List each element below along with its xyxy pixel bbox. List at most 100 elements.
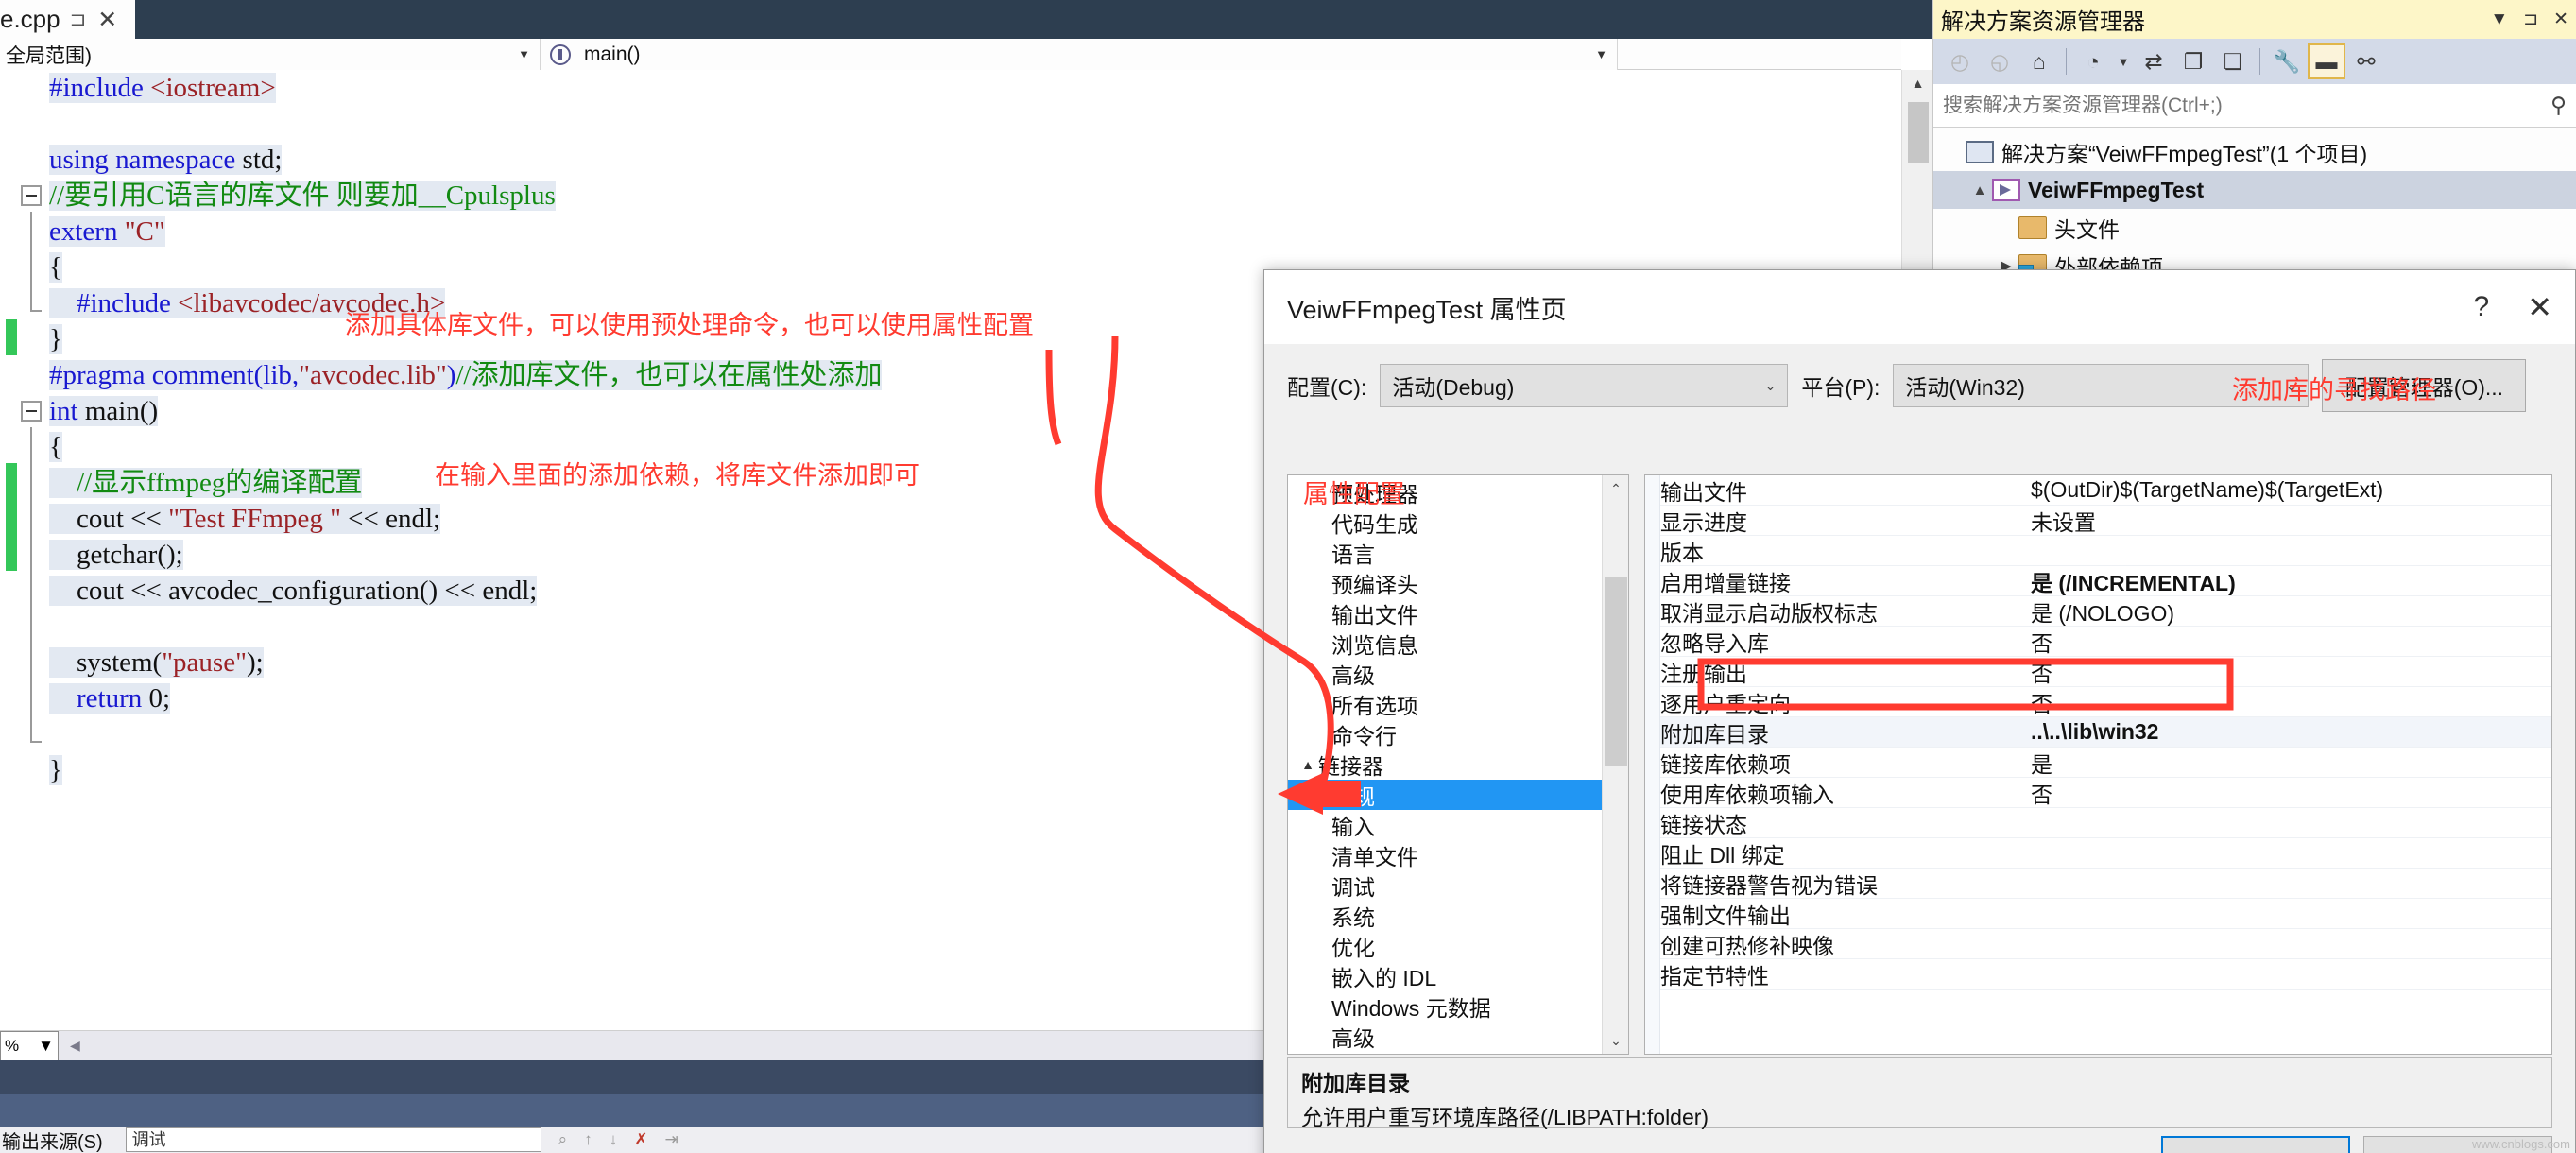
property-category-item[interactable]: 系统 xyxy=(1288,901,1628,931)
ok-button[interactable] xyxy=(2161,1136,2350,1153)
class-view-icon[interactable]: ⚯ xyxy=(2347,43,2385,79)
property-grid-row[interactable]: 显示进度 未设置 xyxy=(1645,506,2551,536)
property-value[interactable]: 未设置 xyxy=(2018,505,2551,537)
help-icon[interactable]: ? xyxy=(2474,291,2490,323)
output-filter-icon[interactable]: ⌕ xyxy=(558,1130,568,1149)
home-icon[interactable]: ⌂ xyxy=(2020,43,2058,79)
configuration-manager-button[interactable]: 配置管理器(O)... xyxy=(2322,359,2527,412)
property-category-item[interactable]: 调试 xyxy=(1288,870,1628,901)
zoom-dropdown[interactable]: % ▼ xyxy=(0,1030,59,1061)
property-grid-row[interactable]: 强制文件输出 xyxy=(1645,899,2551,929)
property-category-item[interactable]: 命令行 xyxy=(1288,719,1628,749)
property-grid-row[interactable]: 逐用户重定向 否 xyxy=(1645,687,2551,717)
property-value[interactable]: ..\..\lib\win32 xyxy=(2018,719,2551,745)
expander-icon[interactable]: ▲ xyxy=(1967,182,1992,198)
close-icon[interactable]: ✕ xyxy=(2527,289,2552,325)
property-grid-row[interactable]: 链接状态 xyxy=(1645,808,2551,838)
property-value[interactable]: 否 xyxy=(2018,656,2551,688)
solution-tree-item[interactable]: 解决方案“VeiwFFmpegTest”(1 个项目) xyxy=(1933,133,2576,171)
code-line: #include <iostream> xyxy=(0,70,1901,106)
property-category-item[interactable]: 输出文件 xyxy=(1288,598,1628,628)
property-value[interactable]: $(OutDir)$(TargetName)$(TargetExt) xyxy=(2018,477,2551,503)
clear-output-icon[interactable]: ✗ xyxy=(634,1130,647,1149)
property-category-item[interactable]: 所有选项 xyxy=(1288,689,1628,719)
property-category-item[interactable]: Windows 元数据 xyxy=(1288,991,1628,1022)
property-category-item[interactable]: 浏览信息 xyxy=(1288,628,1628,659)
property-grid-row[interactable]: 版本 xyxy=(1645,536,2551,566)
expander-icon[interactable]: ▲ xyxy=(1297,757,1318,772)
property-grid-row[interactable]: 启用增量链接 是 (/INCREMENTAL) xyxy=(1645,566,2551,596)
property-grid-row[interactable]: 注册输出 否 xyxy=(1645,657,2551,687)
pin-icon[interactable]: ⊐ xyxy=(70,8,87,31)
back-icon[interactable]: ◴ xyxy=(1941,43,1979,79)
member-dropdown[interactable]: main() ▼ xyxy=(541,39,1618,70)
close-icon[interactable]: ✕ xyxy=(2553,9,2568,30)
editor-tab-active[interactable]: e.cpp ⊐ ✕ xyxy=(0,0,135,39)
folder-icon xyxy=(2018,216,2047,239)
property-category-item[interactable]: 常规 xyxy=(1288,780,1628,810)
fold-toggle-icon[interactable] xyxy=(21,185,42,206)
chevron-down-icon[interactable]: ▼ xyxy=(2114,43,2133,79)
properties-icon[interactable]: 🔧 xyxy=(2268,43,2306,79)
output-prev-icon[interactable]: ↑ xyxy=(584,1130,592,1149)
scrollbar-thumb[interactable] xyxy=(1908,102,1929,163)
property-grid-row[interactable]: 链接库依赖项 是 xyxy=(1645,748,2551,778)
wrap-output-icon[interactable]: ⇥ xyxy=(664,1130,678,1149)
property-grid-row[interactable]: 指定节特性 xyxy=(1645,959,2551,990)
scrollbar-thumb[interactable] xyxy=(1605,577,1627,766)
scroll-up-icon[interactable]: ⌃ xyxy=(1603,475,1628,502)
property-category-item[interactable]: 优化 xyxy=(1288,931,1628,961)
property-value[interactable]: 否 xyxy=(2018,686,2551,718)
property-category-item[interactable]: 代码生成 xyxy=(1288,508,1628,538)
solution-search-box[interactable]: ⚲ xyxy=(1933,84,2576,128)
property-grid-row[interactable]: 忽略导入库 否 xyxy=(1645,627,2551,657)
property-category-item[interactable]: 预编译头 xyxy=(1288,568,1628,598)
property-category-item[interactable]: 高级 xyxy=(1288,1022,1628,1052)
dialog-tree-scrollbar[interactable]: ⌃ ⌄ xyxy=(1602,475,1628,1054)
property-category-item[interactable]: 语言 xyxy=(1288,538,1628,568)
show-all-files-icon[interactable]: ❏ xyxy=(2214,43,2252,79)
toolbar-separator xyxy=(2259,48,2260,75)
close-icon[interactable]: ✕ xyxy=(97,6,117,34)
scroll-up-icon[interactable]: ▲ xyxy=(1902,70,1933,96)
chevron-down-icon[interactable]: ▼ xyxy=(2490,9,2508,30)
config-dropdown[interactable]: 活动(Debug) ⌄ xyxy=(1380,364,1789,407)
property-grid-row[interactable]: 取消显示启动版权标志 是 (/NOLOGO) xyxy=(1645,596,2551,627)
property-category-item[interactable]: 所有选项 xyxy=(1288,1052,1628,1054)
solution-tree-item[interactable]: ▲ VeiwFFmpegTest xyxy=(1933,171,2576,209)
preview-icon[interactable]: ▬ xyxy=(2308,43,2345,79)
platform-dropdown[interactable]: 活动(Win32) ⌄ xyxy=(1893,364,2310,407)
fold-toggle-icon[interactable] xyxy=(21,401,42,422)
property-value[interactable]: 否 xyxy=(2018,777,2551,809)
property-grid-row[interactable]: 输出文件 $(OutDir)$(TargetName)$(TargetExt) xyxy=(1645,475,2551,506)
output-source-dropdown[interactable]: 调试 xyxy=(125,1127,541,1152)
sync-icon[interactable]: ⇄ xyxy=(2135,43,2172,79)
forward-icon[interactable]: ◵ xyxy=(1981,43,2018,79)
search-icon[interactable]: ⚲ xyxy=(2550,93,2567,118)
property-category-item[interactable]: 嵌入的 IDL xyxy=(1288,961,1628,991)
property-category-item[interactable]: 输入 xyxy=(1288,810,1628,840)
property-category-item[interactable]: 清单文件 xyxy=(1288,840,1628,870)
property-value[interactable]: 否 xyxy=(2018,626,2551,658)
property-grid-row[interactable]: 附加库目录 ..\..\lib\win32 xyxy=(1645,717,2551,748)
solution-tree-item[interactable]: 头文件 xyxy=(1933,209,2576,247)
pending-changes-icon[interactable]: ◔ xyxy=(2074,43,2112,79)
property-category-item[interactable]: ▲ 链接器 xyxy=(1288,749,1628,780)
property-category-item[interactable]: 预处理器 xyxy=(1288,477,1628,508)
property-grid-row[interactable]: 阻止 Dll 绑定 xyxy=(1645,838,2551,869)
property-category-item[interactable]: 高级 xyxy=(1288,659,1628,689)
property-grid-row[interactable]: 将链接器警告视为错误 xyxy=(1645,869,2551,899)
pin-icon[interactable]: ⊐ xyxy=(2523,9,2538,30)
scope-dropdown[interactable]: 全局范围) ▼ xyxy=(0,39,541,70)
property-value[interactable]: 是 (/NOLOGO) xyxy=(2018,595,2551,628)
property-key: 将链接器警告视为错误 xyxy=(1660,872,1878,898)
output-next-icon[interactable]: ↓ xyxy=(610,1130,618,1149)
scroll-down-icon[interactable]: ⌄ xyxy=(1603,1027,1628,1054)
collapse-all-icon[interactable]: ❐ xyxy=(2174,43,2212,79)
hscroll-left-icon[interactable]: ◀ xyxy=(70,1038,80,1054)
property-value[interactable]: 是 xyxy=(2018,747,2551,779)
search-input[interactable] xyxy=(1943,94,2551,117)
property-grid-row[interactable]: 使用库依赖项输入 否 xyxy=(1645,778,2551,808)
property-value[interactable]: 是 (/INCREMENTAL) xyxy=(2018,565,2551,597)
property-grid-row[interactable]: 创建可热修补映像 xyxy=(1645,929,2551,959)
